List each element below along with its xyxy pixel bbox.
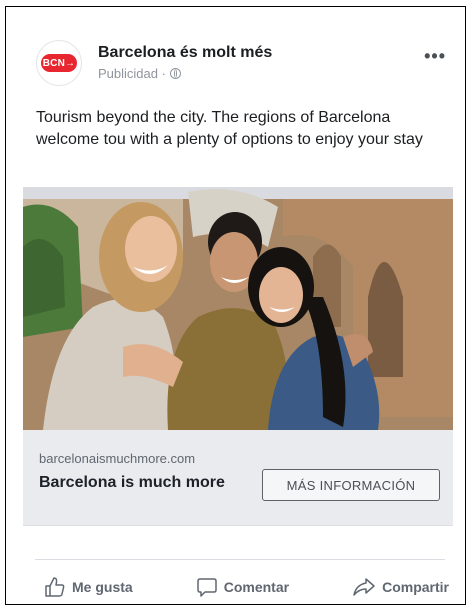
- post-header: BCN→ Barcelona és molt més Publicidad · …: [36, 40, 446, 90]
- sponsored-label: Publicidad ·: [98, 66, 166, 81]
- comment-label: Comentar: [223, 579, 290, 595]
- sponsored-label-row: Publicidad ·: [98, 66, 181, 81]
- comment-button[interactable]: Comentar: [196, 572, 289, 602]
- share-icon: [353, 578, 375, 596]
- ad-card: BCN→ Barcelona és molt més Publicidad · …: [5, 6, 466, 605]
- link-domain: barcelonaismuchmore.com: [39, 451, 196, 466]
- post-text: Tourism beyond the city. The regions of …: [36, 109, 423, 148]
- page-name-link[interactable]: Barcelona és molt més: [98, 44, 272, 62]
- ad-image[interactable]: [23, 187, 453, 430]
- post-actions: Me gusta Comentar Compartir: [44, 572, 449, 602]
- more-options-icon[interactable]: •••: [424, 46, 446, 67]
- share-button[interactable]: Compartir: [352, 572, 449, 602]
- share-label: Compartir: [382, 579, 449, 595]
- globe-icon: [169, 68, 181, 79]
- learn-more-button[interactable]: MÁS INFORMACIÓN: [262, 469, 440, 501]
- like-icon: [45, 577, 65, 597]
- actions-divider: [35, 559, 445, 560]
- like-label: Me gusta: [72, 579, 133, 595]
- bcn-logo: BCN→: [41, 54, 77, 72]
- link-title[interactable]: Barcelona is much more: [39, 472, 229, 493]
- link-preview[interactable]: barcelonaismuchmore.com Barcelona is muc…: [23, 430, 453, 526]
- page-avatar[interactable]: BCN→: [36, 40, 82, 86]
- like-button[interactable]: Me gusta: [44, 572, 133, 602]
- comment-icon: [196, 578, 217, 597]
